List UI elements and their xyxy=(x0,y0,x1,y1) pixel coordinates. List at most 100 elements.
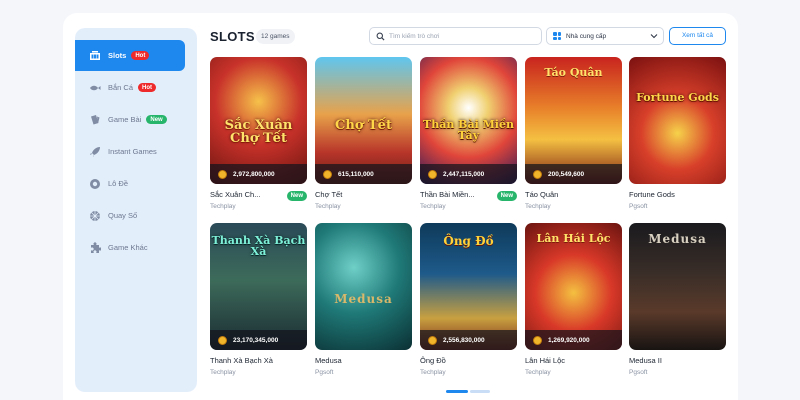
game-card[interactable]: Lân Hái Lộc 1,269,920,000 Lân Hái Lộc Te… xyxy=(525,223,622,376)
fish-icon xyxy=(89,82,101,94)
category-sidebar: Slots Hot Bắn Cá Hot Game Bài New Instan… xyxy=(75,28,197,392)
spin-wheel-icon xyxy=(89,210,101,222)
sidebar-item-label: Bắn Cá xyxy=(108,83,134,92)
game-art-title: Táo Quân xyxy=(544,66,603,79)
game-card[interactable]: Thần Bài Miền Tây 2,447,115,000 Thần Bài… xyxy=(420,57,517,210)
sidebar-item-slots[interactable]: Slots Hot xyxy=(75,40,185,71)
cards-icon xyxy=(89,114,101,126)
sidebar-item-label: Instant Games xyxy=(108,147,157,156)
sidebar-item-game-bai[interactable]: Game Bài New xyxy=(75,104,185,135)
view-all-button[interactable]: Xem tất cả xyxy=(669,27,726,45)
game-provider: Techplay xyxy=(210,203,236,210)
game-artwork xyxy=(629,57,726,184)
slots-icon xyxy=(89,50,101,62)
game-card[interactable]: Táo Quân 200,549,600 Táo Quân Techplay xyxy=(525,57,622,210)
game-art-title: Lân Hái Lộc xyxy=(536,232,611,245)
game-art-title: Thanh Xà Bạch Xà xyxy=(211,234,306,258)
game-name: Medusa II xyxy=(629,356,662,365)
coin-icon xyxy=(533,335,542,345)
game-provider: Techplay xyxy=(525,203,551,210)
sidebar-item-label: Slots xyxy=(108,51,127,60)
new-badge: New xyxy=(146,115,167,124)
game-provider: Techplay xyxy=(210,369,236,376)
sidebar-item-game-khac[interactable]: Game Khác xyxy=(75,232,185,263)
game-thumbnail[interactable]: Lân Hái Lộc 1,269,920,000 xyxy=(525,223,622,350)
sidebar-item-label: Lô Đề xyxy=(108,179,129,188)
game-art-title: Ông Đồ xyxy=(443,234,494,248)
provider-dropdown[interactable]: Nhà cung cấp xyxy=(546,27,664,45)
sidebar-item-quay-so[interactable]: Quay Số xyxy=(75,200,185,231)
jackpot-value: 615,110,000 xyxy=(338,170,374,178)
game-art-title: Fortune Gods xyxy=(636,91,719,104)
jackpot-bar: 2,972,800,000 xyxy=(210,164,307,184)
jackpot-value: 200,549,600 xyxy=(548,170,585,178)
jackpot-value: 2,972,800,000 xyxy=(233,170,275,178)
game-card[interactable]: Thanh Xà Bạch Xà 23,170,345,000 Thanh Xà… xyxy=(210,223,307,376)
sidebar-item-instant-games[interactable]: Instant Games xyxy=(75,136,185,167)
coin-icon xyxy=(428,169,437,179)
game-artwork xyxy=(315,223,412,350)
sidebar-item-ban-ca[interactable]: Bắn Cá Hot xyxy=(75,72,185,103)
game-provider: Techplay xyxy=(420,369,446,376)
jackpot-value: 1,269,920,000 xyxy=(548,336,590,344)
game-card[interactable]: Chợ Tết 615,110,000 Chợ Tết Techplay xyxy=(315,57,412,210)
game-card[interactable]: Medusa Medusa II Pgsoft xyxy=(629,223,726,376)
jackpot-bar: 200,549,600 xyxy=(525,164,622,184)
game-thumbnail[interactable]: Medusa xyxy=(629,223,726,350)
game-art-title: Medusa xyxy=(334,292,393,306)
jackpot-bar: 2,447,115,000 xyxy=(420,164,517,184)
game-name: Sắc Xuân Ch... xyxy=(210,190,261,199)
grid-icon xyxy=(553,32,561,40)
jackpot-value: 23,170,345,000 xyxy=(233,336,279,344)
game-thumbnail[interactable]: Sắc Xuân Chợ Tết 2,972,800,000 xyxy=(210,57,307,184)
game-card[interactable]: Fortune Gods Fortune Gods Pgsoft xyxy=(629,57,726,210)
jackpot-bar: 2,556,830,000 xyxy=(420,330,517,350)
jackpot-bar: 1,269,920,000 xyxy=(525,330,622,350)
jackpot-value: 2,556,830,000 xyxy=(443,336,485,344)
game-thumbnail[interactable]: Táo Quân 200,549,600 xyxy=(525,57,622,184)
game-name: Chợ Tết xyxy=(315,190,343,199)
game-thumbnail[interactable]: Medusa xyxy=(315,223,412,350)
coin-icon xyxy=(533,169,542,179)
game-card[interactable]: Ông Đồ 2,556,830,000 Ông Đồ Techplay xyxy=(420,223,517,376)
game-name: Fortune Gods xyxy=(629,190,675,199)
game-provider: Pgsoft xyxy=(629,203,648,210)
game-name: Ông Đồ xyxy=(420,356,446,365)
game-card[interactable]: Medusa Medusa Pgsoft xyxy=(315,223,412,376)
hot-badge: Hot xyxy=(131,51,150,60)
game-name: Lân Hái Lộc xyxy=(525,356,566,365)
pagination-dot[interactable] xyxy=(470,390,490,393)
coin-icon xyxy=(218,335,227,345)
game-name: Thanh Xà Bạch Xà xyxy=(210,356,273,365)
chevron-down-icon xyxy=(650,34,658,39)
pagination-dot-active[interactable] xyxy=(446,390,468,393)
section-title: SLOTS xyxy=(210,29,255,44)
provider-dropdown-label: Nhà cung cấp xyxy=(566,32,607,40)
game-name: Táo Quân xyxy=(525,190,559,199)
game-provider: Pgsoft xyxy=(629,369,648,376)
coin-icon xyxy=(218,169,227,179)
game-card[interactable]: Sắc Xuân Chợ Tết 2,972,800,000 Sắc Xuân … xyxy=(210,57,307,210)
game-thumbnail[interactable]: Fortune Gods xyxy=(629,57,726,184)
game-thumbnail[interactable]: Ông Đồ 2,556,830,000 xyxy=(420,223,517,350)
game-provider: Techplay xyxy=(525,369,551,376)
game-art-title: Thần Bài Miền Tây xyxy=(423,118,514,142)
sidebar-item-lo-de[interactable]: Lô Đề xyxy=(75,168,185,199)
jackpot-bar: 23,170,345,000 xyxy=(210,330,307,350)
rocket-icon xyxy=(89,146,101,158)
game-name: Thần Bài Miền... xyxy=(420,190,475,199)
hot-badge: Hot xyxy=(138,83,157,92)
search-input[interactable] xyxy=(389,32,539,40)
game-thumbnail[interactable]: Thanh Xà Bạch Xà 23,170,345,000 xyxy=(210,223,307,350)
sidebar-item-label: Quay Số xyxy=(108,211,138,220)
search-icon xyxy=(376,32,385,41)
game-art-title: Medusa xyxy=(648,232,707,246)
search-box[interactable] xyxy=(369,27,542,45)
game-provider: Techplay xyxy=(420,203,446,210)
game-count-badge: 12 games xyxy=(256,29,295,44)
game-thumbnail[interactable]: Thần Bài Miền Tây 2,447,115,000 xyxy=(420,57,517,184)
game-thumbnail[interactable]: Chợ Tết 615,110,000 xyxy=(315,57,412,184)
game-provider: Pgsoft xyxy=(315,369,334,376)
jackpot-bar: 615,110,000 xyxy=(315,164,412,184)
lottery-ball-icon xyxy=(89,178,101,190)
